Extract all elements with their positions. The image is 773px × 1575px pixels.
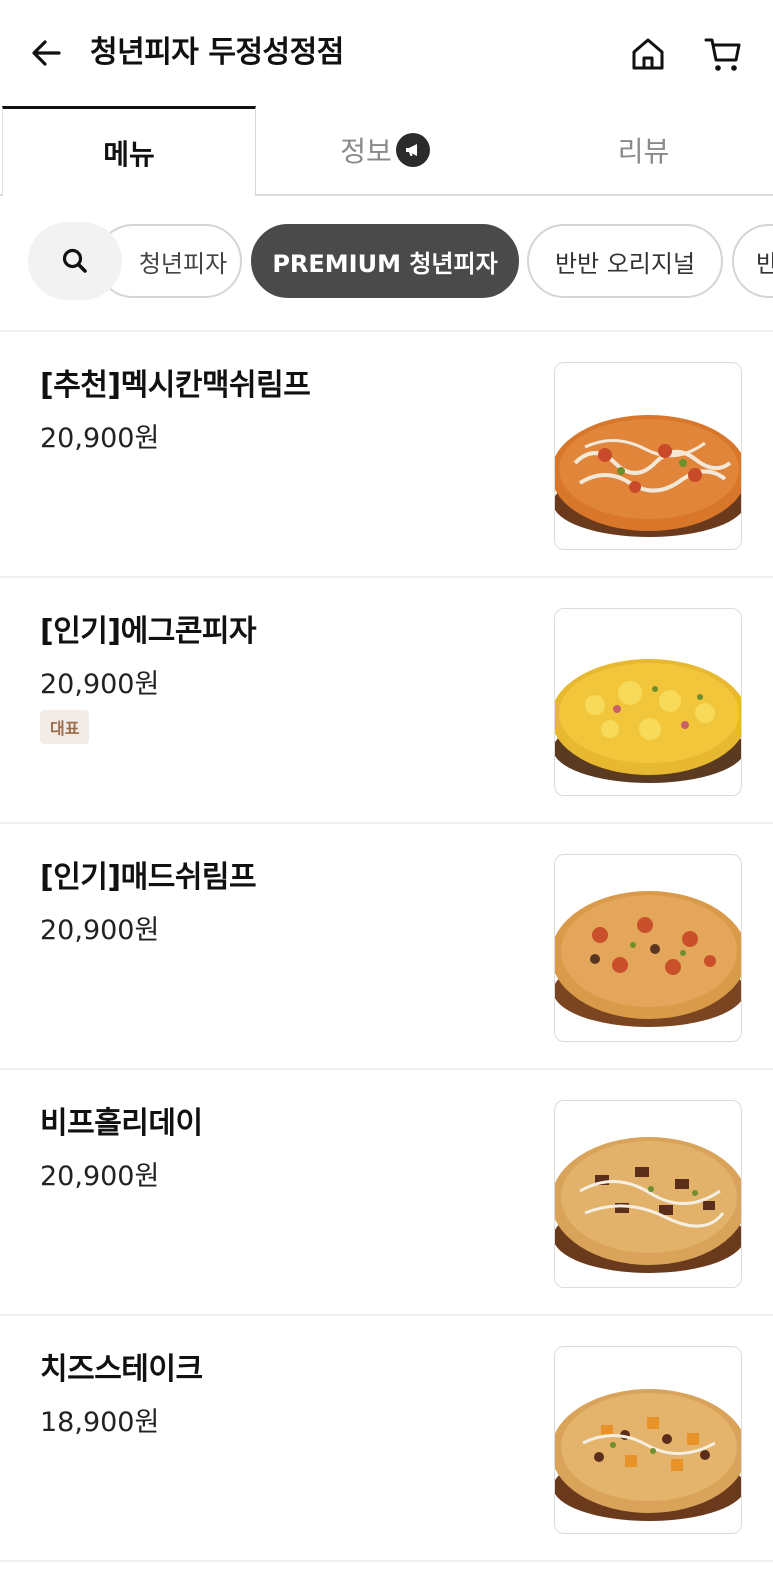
menu-item[interactable]: [추천]멕시칸맥쉬림프 20,900원	[0, 332, 773, 578]
pizza-image	[554, 1346, 742, 1534]
menu-price: 20,900원	[40, 423, 160, 454]
menu-price: 20,900원	[40, 915, 160, 946]
chip-label: 반반 오리지널	[554, 249, 696, 278]
menu-price: 20,900원	[40, 669, 160, 700]
pizza-image	[554, 854, 742, 1042]
chip-category-selected[interactable]: PREMIUM 청년피자	[251, 224, 519, 298]
home-icon	[632, 38, 664, 70]
menu-name: [인기]에그콘피자	[40, 614, 257, 649]
search-icon	[62, 248, 87, 273]
menu-item[interactable]: [인기]매드쉬림프 20,900원	[0, 824, 773, 1070]
tab-reviews[interactable]: 리뷰	[514, 106, 773, 194]
menu-item[interactable]: 치즈스테이크 18,900원	[0, 1316, 773, 1562]
tab-label: 리뷰	[617, 135, 670, 168]
pizza-image	[554, 1100, 742, 1288]
cart-icon	[704, 38, 741, 71]
chip-category[interactable]: 반	[732, 224, 773, 298]
menu-name: 비프홀리데이	[40, 1106, 203, 1141]
megaphone-icon	[395, 133, 430, 167]
menu-item[interactable]: 비프홀리데이 20,900원	[0, 1070, 773, 1316]
signature-badge: 대표	[40, 710, 90, 744]
arrow-left-icon	[32, 40, 61, 66]
home-button[interactable]	[624, 30, 672, 78]
category-chips: 청년피자 PREMIUM 청년피자 반반 오리지널 반	[0, 196, 773, 330]
pizza-image	[554, 362, 742, 550]
menu-name: 치즈스테이크	[40, 1352, 203, 1387]
chip-label: 반	[756, 244, 773, 279]
tab-info[interactable]: 정보	[256, 106, 514, 194]
menu-price: 20,900원	[40, 1161, 160, 1192]
tab-label: 정보	[340, 135, 392, 168]
store-title: 청년피자 두정성정점	[90, 35, 344, 70]
menu-item[interactable]: [인기]에그콘피자 20,900원 대표	[0, 578, 773, 824]
store-tabs: 메뉴 정보 리뷰	[0, 106, 773, 196]
tab-menu[interactable]: 메뉴	[2, 106, 256, 196]
cart-button[interactable]	[698, 30, 748, 78]
menu-price: 18,900원	[40, 1407, 160, 1438]
back-button[interactable]	[24, 30, 70, 76]
chip-category[interactable]: 반반 오리지널	[527, 224, 723, 298]
search-button[interactable]	[28, 222, 122, 300]
tab-label: 메뉴	[103, 137, 155, 171]
app-header: 청년피자 두정성정점	[0, 0, 773, 106]
menu-name: [추천]멕시칸맥쉬림프	[40, 368, 311, 403]
pizza-image	[554, 608, 742, 796]
menu-name: [인기]매드쉬림프	[40, 860, 257, 895]
chip-label: PREMIUM 청년피자	[272, 249, 498, 278]
chip-label: 청년피자	[138, 249, 228, 278]
